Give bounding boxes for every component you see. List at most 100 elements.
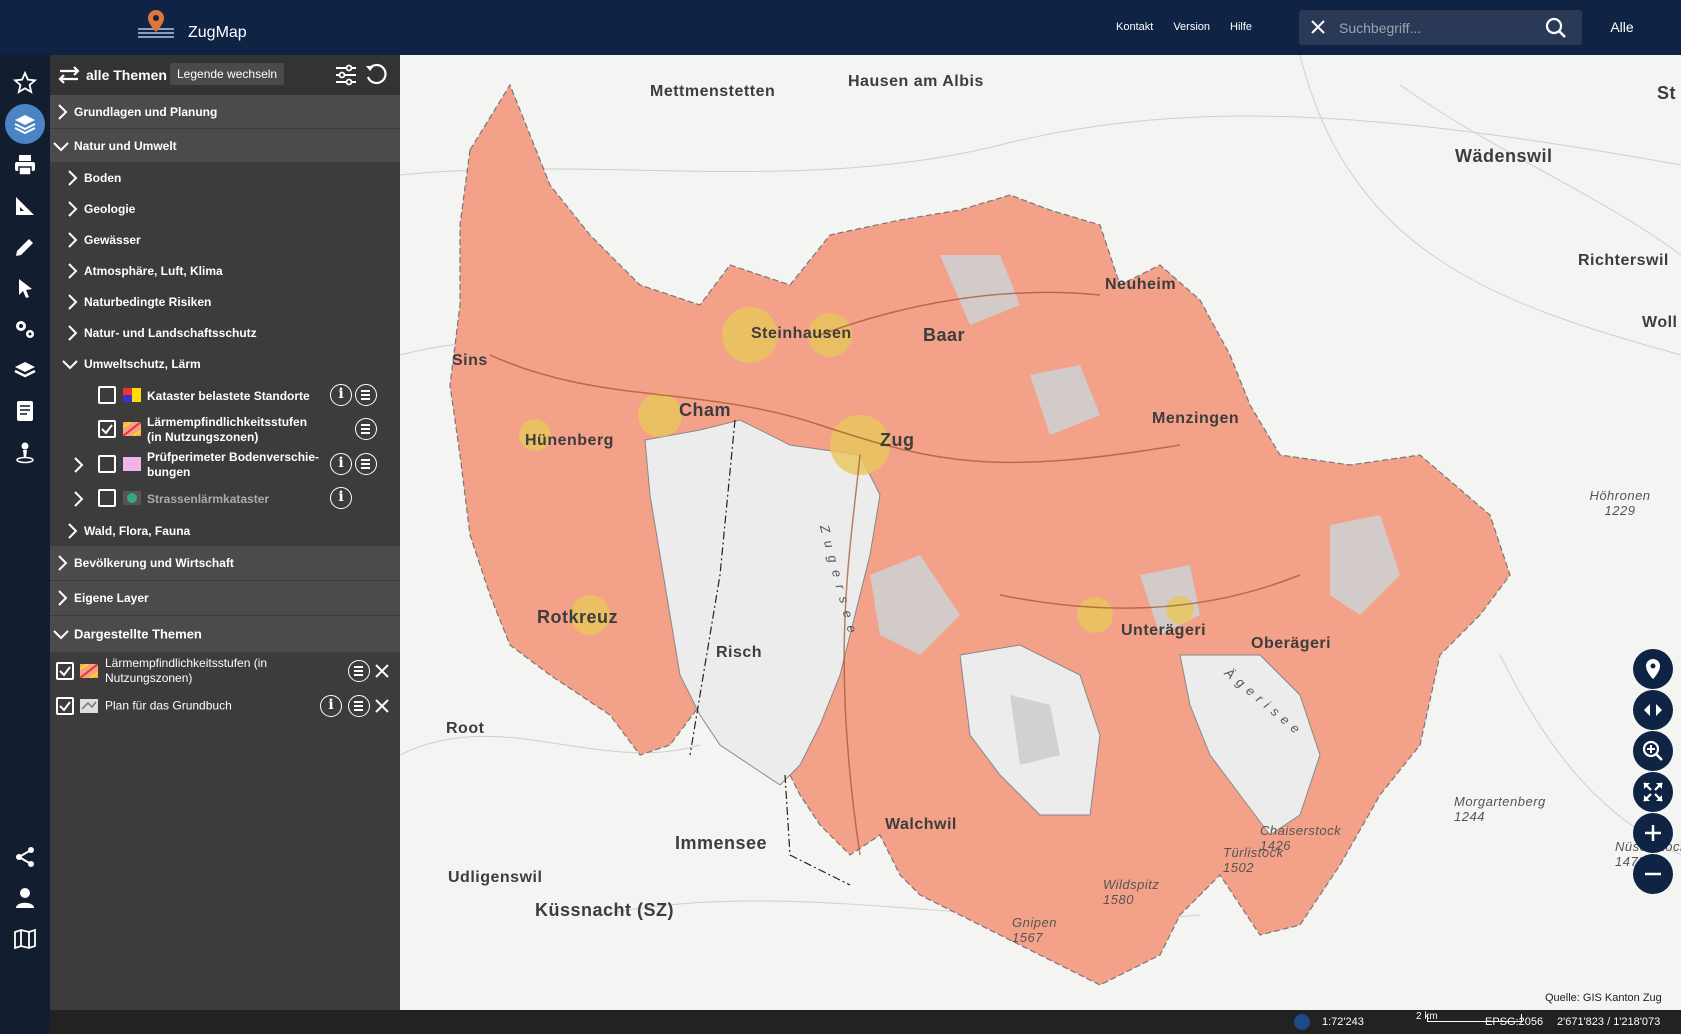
chevron-right-icon	[68, 262, 78, 279]
zoom-in-button[interactable]	[1633, 813, 1673, 853]
legend-list-icon[interactable]	[355, 418, 377, 440]
print-icon[interactable]	[5, 145, 45, 185]
peak-label: Türlistock 1502	[1223, 845, 1284, 875]
chevron-right-icon	[58, 103, 68, 120]
subgroup-wald[interactable]: Wald, Flora, Fauna	[50, 515, 400, 546]
remove-layer-icon[interactable]	[373, 662, 391, 680]
left-right-arrows-icon	[1644, 704, 1662, 716]
legend-toggle-button[interactable]: Legende wechseln	[170, 63, 285, 85]
shown-checkbox-checked[interactable]	[56, 662, 74, 680]
layer-checkbox[interactable]	[98, 455, 116, 473]
search-icon[interactable]	[1545, 17, 1567, 44]
shown-checkbox-checked[interactable]	[56, 697, 74, 715]
place-label: Zug	[880, 430, 915, 450]
zoom-out-button[interactable]	[1633, 854, 1673, 894]
group-dargestellte-themen[interactable]: Dargestellte Themen	[50, 616, 400, 652]
location-pin-icon[interactable]	[5, 432, 45, 472]
layer-stack-icon[interactable]	[5, 350, 45, 390]
legend-list-icon[interactable]	[348, 660, 370, 682]
subgroup-umweltschutz-laerm[interactable]: Umweltschutz, Lärm	[50, 348, 400, 379]
clear-search-icon[interactable]	[1309, 18, 1327, 41]
group-eigene-layer[interactable]: Eigene Layer	[50, 581, 400, 615]
nav-hilfe-link[interactable]: Hilfe	[1230, 21, 1252, 33]
subgroup-boden[interactable]: Boden	[50, 162, 400, 193]
zugmap-logo-icon[interactable]	[138, 8, 174, 47]
settings-gears-icon[interactable]	[5, 309, 45, 349]
legend-list-icon[interactable]	[355, 384, 377, 406]
nav-kontakt-link[interactable]: Kontakt	[1116, 21, 1153, 33]
layer-row-laermempfindlichkeit: Lärmempfindlichkeitsstufen (in Nutzungsz…	[50, 412, 400, 447]
coordinates: 2'671'823 / 1'218'073	[1557, 1016, 1661, 1028]
nav-version-link[interactable]: Version	[1173, 21, 1210, 33]
chevron-right-icon	[58, 555, 68, 571]
subgroup-gewaesser[interactable]: Gewässer	[50, 224, 400, 255]
subgroup-naturbedingte-risiken[interactable]: Naturbedingte Risiken	[50, 286, 400, 317]
subgroup-label: Umweltschutz, Lärm	[84, 356, 201, 371]
subgroup-label: Gewässer	[84, 232, 141, 247]
place-label: Hünenberg	[525, 432, 614, 449]
map-icon[interactable]	[5, 919, 45, 959]
locate-pin-button[interactable]	[1633, 649, 1673, 689]
peak-label: Höhronen 1229	[1589, 488, 1651, 518]
layer-label: Lärmempfindlichkeitsstufen (in Nutzungsz…	[147, 414, 308, 444]
legend-list-icon[interactable]	[348, 695, 370, 717]
top-header: ZugMap Kontakt Version Hilfe Alle	[0, 0, 1681, 55]
user-icon[interactable]	[5, 878, 45, 918]
subgroup-geologie[interactable]: Geologie	[50, 193, 400, 224]
map-base-layer	[400, 55, 1681, 986]
place-label: Sins	[452, 352, 488, 369]
crs-label[interactable]: EPSG:2056	[1485, 1016, 1543, 1028]
place-label: Risch	[716, 644, 763, 661]
subgroup-landschaftsschutz[interactable]: Natur- und Landschaftsschutz	[50, 317, 400, 348]
search-scope-button[interactable]: Alle	[1592, 10, 1652, 45]
reset-undo-icon[interactable]	[364, 63, 388, 92]
draw-pencil-icon[interactable]	[5, 227, 45, 267]
checkmark-icon	[59, 701, 71, 712]
zoom-to-area-button[interactable]	[1633, 731, 1673, 771]
chevron-right-icon[interactable]	[72, 456, 84, 474]
swipe-compare-button[interactable]	[1633, 690, 1673, 730]
layer-checkbox[interactable]	[98, 386, 116, 404]
group-grundlagen[interactable]: Grundlagen und Planung	[50, 95, 400, 128]
group-bevoelkerung[interactable]: Bevölkerung und Wirtschaft	[50, 546, 400, 580]
layer-checkbox-checked[interactable]	[98, 420, 116, 438]
place-label: Rotkreuz	[537, 607, 619, 627]
group-natur-umwelt[interactable]: Natur und Umwelt	[50, 129, 400, 162]
search-input[interactable]	[1339, 15, 1539, 40]
place-label: Wädenswil	[1455, 146, 1553, 166]
legend-list-icon[interactable]	[355, 453, 377, 475]
full-extent-button[interactable]	[1633, 772, 1673, 812]
legend-swatch-icon	[80, 664, 98, 678]
share-icon[interactable]	[5, 837, 45, 877]
layers-icon[interactable]	[5, 104, 45, 144]
location-pin-icon	[1646, 659, 1660, 679]
scale-value[interactable]: 1:72'243	[1322, 1016, 1364, 1028]
globe-icon[interactable]	[1293, 1013, 1311, 1031]
layer-label: Prüfperimeter Bodenverschie-bungen	[147, 449, 320, 479]
place-label: Woll	[1642, 314, 1678, 331]
info-icon[interactable]: i	[330, 384, 352, 406]
group-label: Natur und Umwelt	[74, 138, 177, 153]
favorites-star-icon[interactable]	[5, 63, 45, 103]
info-icon[interactable]: i	[330, 487, 352, 509]
measure-icon[interactable]	[5, 186, 45, 226]
swap-arrows-icon[interactable]	[56, 63, 82, 92]
subgroup-label: Natur- und Landschaftsschutz	[84, 325, 257, 340]
subgroup-label: Naturbedingte Risiken	[84, 294, 212, 309]
filter-sliders-icon[interactable]	[334, 63, 358, 92]
map-source: Quelle: GIS Kanton Zug	[1545, 992, 1662, 1004]
place-label: St	[1657, 83, 1676, 103]
layer-checkbox[interactable]	[98, 489, 116, 507]
info-icon[interactable]: i	[320, 695, 342, 717]
info-icon[interactable]: i	[330, 453, 352, 475]
document-icon[interactable]	[5, 391, 45, 431]
remove-layer-icon[interactable]	[373, 697, 391, 715]
place-label: Mettmenstetten	[650, 83, 776, 100]
subgroup-label: Wald, Flora, Fauna	[84, 523, 191, 538]
chevron-right-icon[interactable]	[72, 490, 84, 508]
map-canvas[interactable]: Mettmenstetten Hausen am Albis Wädenswil…	[400, 55, 1681, 1010]
select-cursor-icon[interactable]	[5, 268, 45, 308]
place-label: Menzingen	[1152, 410, 1240, 427]
layer-panel: alle Themen Legende wechseln Grundlagen …	[50, 55, 400, 1010]
subgroup-atmosphaere[interactable]: Atmosphäre, Luft, Klima	[50, 255, 400, 286]
